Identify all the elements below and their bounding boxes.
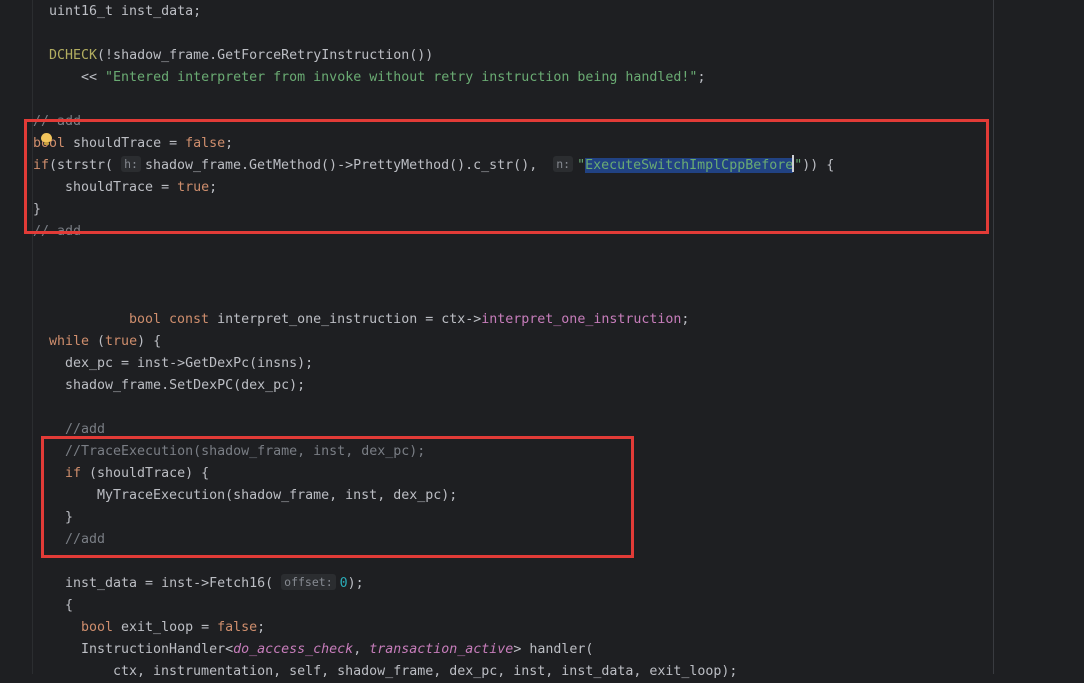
code-token: do_access_check [233,642,354,657]
code-line[interactable]: dex_pc = inst->GetDexPc(insns); [65,353,313,375]
code-token: { [65,598,74,613]
code-token: (!shadow_frame.GetForceRetryInstruction(… [97,48,434,63]
code-token: ) { [137,334,162,349]
code-token: , [353,642,370,657]
code-token: shadow_frame.SetDexPC(dex_pc); [65,378,306,393]
code-line[interactable]: inst_data = inst->Fetch16( offset: 0); [65,573,364,595]
code-token: "Entered interpreter from invoke without… [105,70,698,85]
code-line[interactable]: uint16_t inst_data; [49,1,201,23]
code-line[interactable]: bool const interpret_one_instruction = c… [129,309,689,331]
code-token: true [105,334,138,349]
code-editor[interactable]: uint16_t inst_data; DCHECK(!shadow_frame… [0,0,1084,679]
code-token: interpret_one_instruction [481,312,682,327]
code-line[interactable]: { [65,595,73,617]
code-token: ; [681,312,690,327]
code-token: DCHECK [49,48,98,63]
code-line[interactable]: InstructionHandler<do_access_check, tran… [81,639,593,661]
code-token: interpret_one_instruction = ctx-> [209,312,482,327]
right-margin-guide [993,0,994,674]
code-token: //add [65,422,106,437]
code-token: > handler( [513,642,594,657]
code-line[interactable]: bool exit_loop = false; [81,617,265,639]
code-token: InstructionHandler< [81,642,234,657]
code-token: ); [347,576,364,591]
code-line[interactable]: DCHECK(!shadow_frame.GetForceRetryInstru… [49,45,433,67]
code-token: uint16_t inst_data; [49,4,202,19]
code-token: exit_loop = [113,620,218,635]
code-token: ; [257,620,266,635]
code-line[interactable]: << "Entered interpreter from invoke with… [81,67,705,89]
annotation-box-trace-call [41,436,634,558]
code-token: ; [697,70,706,85]
code-line[interactable]: ctx, instrumentation, self, shadow_frame… [113,661,737,683]
code-line[interactable]: shadow_frame.SetDexPC(dex_pc); [65,375,305,397]
code-token: while [49,334,90,349]
code-token: 0 [339,576,348,591]
annotation-box-should-trace [24,119,989,234]
code-token: inst_data = inst->Fetch16( [65,576,282,591]
indent-guide [32,0,33,674]
code-line[interactable]: while (true) { [49,331,161,353]
parameter-hint: offset: [281,574,336,590]
code-token: transaction_active [369,642,514,657]
code-token: bool [81,620,114,635]
code-token: dex_pc = inst->GetDexPc(insns); [65,356,314,371]
code-token: false [217,620,258,635]
code-token: << [81,70,106,85]
code-token: ctx, instrumentation, self, shadow_frame… [113,664,738,679]
code-token: ( [89,334,106,349]
code-token: bool const [129,312,210,327]
